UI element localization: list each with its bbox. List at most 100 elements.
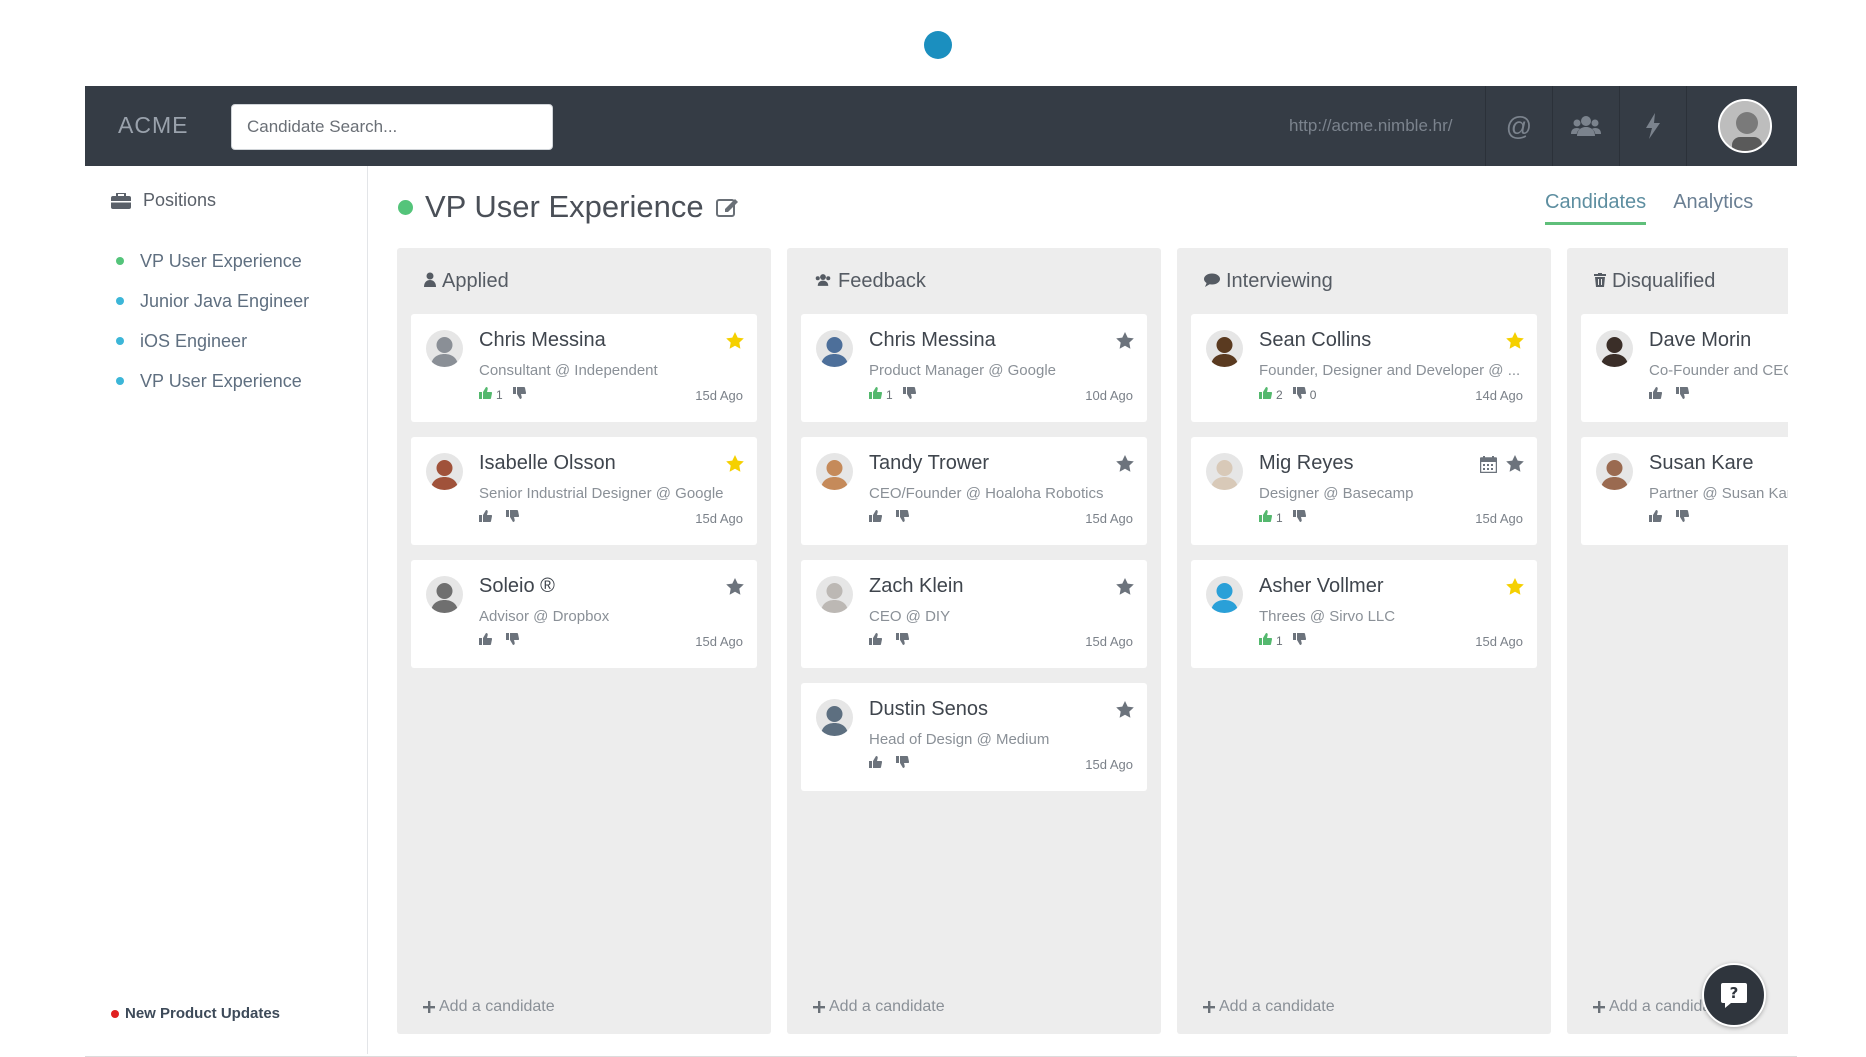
candidate-name[interactable]: Tandy Trower	[869, 452, 989, 475]
thumbs-up-vote[interactable]	[479, 510, 496, 525]
candidate-name[interactable]: Soleio ®	[479, 575, 555, 598]
add-candidate-button[interactable]: Add a candidate	[813, 998, 945, 1016]
avatar[interactable]	[816, 330, 853, 367]
candidate-role: CEO/Founder @ Hoaloha Robotics	[869, 485, 1104, 502]
applied-time: 15d Ago	[1085, 634, 1133, 649]
tab-analytics[interactable]: Analytics	[1673, 191, 1753, 225]
avatar[interactable]	[1596, 330, 1633, 367]
votes	[869, 509, 913, 525]
user-avatar[interactable]	[1718, 99, 1772, 153]
add-candidate-button[interactable]: Add a candidate	[423, 998, 555, 1016]
avatar[interactable]	[1206, 330, 1243, 367]
avatar[interactable]	[816, 576, 853, 613]
candidate-name[interactable]: Sean Collins	[1259, 329, 1371, 352]
candidate-card[interactable]: Asher Vollmer Threes @ Sirvo LLC 1 15d A…	[1191, 560, 1537, 668]
thumbs-up-vote[interactable]	[869, 510, 886, 525]
thumbs-down-vote[interactable]	[896, 755, 913, 771]
activity-button[interactable]	[1619, 86, 1686, 166]
thumbs-down-vote[interactable]	[1292, 509, 1310, 525]
thumbs-up-count: 1	[1276, 633, 1283, 648]
thumbs-up-vote[interactable]: 1	[479, 387, 503, 402]
star-icon[interactable]	[1115, 577, 1135, 597]
help-chat-button[interactable]: ?	[1702, 963, 1766, 1027]
star-icon[interactable]	[725, 577, 745, 597]
edit-icon[interactable]	[715, 196, 740, 218]
candidate-name[interactable]: Dave Morin	[1649, 329, 1751, 352]
candidate-name[interactable]: Zach Klein	[869, 575, 964, 598]
thumbs-down-vote[interactable]	[896, 632, 913, 648]
avatar[interactable]	[816, 453, 853, 490]
thumbs-down-vote[interactable]	[506, 509, 523, 525]
candidate-card[interactable]: Zach Klein CEO @ DIY 15d Ago	[801, 560, 1147, 668]
add-candidate-button[interactable]: Add a candidate	[1203, 998, 1335, 1016]
star-icon[interactable]	[1505, 331, 1525, 351]
mentions-button[interactable]: @	[1485, 86, 1552, 166]
applied-time: 15d Ago	[695, 388, 743, 403]
thumbs-up-vote[interactable]	[869, 633, 886, 648]
thumbs-down-vote[interactable]	[512, 386, 530, 402]
candidate-card[interactable]: Soleio ® Advisor @ Dropbox 15d Ago	[411, 560, 757, 668]
avatar[interactable]	[1206, 576, 1243, 613]
company-url[interactable]: http://acme.nimble.hr/	[1289, 116, 1452, 136]
candidate-card[interactable]: Isabelle Olsson Senior Industrial Design…	[411, 437, 757, 545]
sidebar-item-ios-engineer[interactable]: iOS Engineer	[116, 321, 309, 361]
star-icon[interactable]	[1115, 331, 1135, 351]
candidate-role: Senior Industrial Designer @ Google	[479, 485, 724, 502]
star-icon[interactable]	[1115, 454, 1135, 474]
candidate-card[interactable]: Dave Morin Co-Founder and CEO	[1581, 314, 1788, 422]
candidate-card[interactable]: Dustin Senos Head of Design @ Medium 15d…	[801, 683, 1147, 791]
avatar[interactable]	[426, 330, 463, 367]
thumbs-up-vote[interactable]: 2	[1259, 387, 1283, 402]
positions-heading: Positions	[111, 190, 216, 211]
star-icon[interactable]	[1505, 577, 1525, 597]
thumbs-down-vote[interactable]	[1676, 386, 1693, 402]
thumbs-down-vote[interactable]	[896, 509, 913, 525]
thumbs-down-vote[interactable]: 0	[1292, 386, 1316, 402]
thumbs-down-vote[interactable]	[506, 632, 523, 648]
sidebar-item-junior-java-engineer[interactable]: Junior Java Engineer	[116, 281, 309, 321]
candidate-name[interactable]: Isabelle Olsson	[479, 452, 616, 475]
candidate-search-input[interactable]	[231, 104, 553, 150]
candidate-name[interactable]: Chris Messina	[869, 329, 996, 352]
avatar[interactable]	[1596, 453, 1633, 490]
thumbs-down-vote[interactable]	[1676, 509, 1693, 525]
thumbs-down-vote[interactable]	[902, 386, 920, 402]
star-icon[interactable]	[1505, 454, 1525, 474]
thumbs-up-vote[interactable]	[869, 756, 886, 771]
thumbs-up-vote[interactable]: 1	[1259, 633, 1283, 648]
star-icon[interactable]	[725, 454, 745, 474]
team-button[interactable]	[1552, 86, 1619, 166]
calendar-icon[interactable]	[1479, 456, 1498, 474]
thumbs-up-vote[interactable]	[1649, 510, 1666, 525]
candidate-name[interactable]: Chris Messina	[479, 329, 606, 352]
candidate-card[interactable]: Chris Messina Product Manager @ Google 1…	[801, 314, 1147, 422]
product-updates-link[interactable]: New Product Updates	[111, 1005, 280, 1022]
thumbs-up-vote[interactable]: 1	[869, 387, 893, 402]
candidate-name[interactable]: Dustin Senos	[869, 698, 988, 721]
candidate-card[interactable]: Susan Kare Partner @ Susan Kare	[1581, 437, 1788, 545]
thumbs-up-vote[interactable]	[1649, 387, 1666, 402]
candidate-name[interactable]: Mig Reyes	[1259, 452, 1353, 475]
thumbs-down-vote[interactable]	[1292, 632, 1310, 648]
candidate-name[interactable]: Susan Kare	[1649, 452, 1754, 475]
app-logo[interactable]: ACME	[118, 112, 188, 139]
candidate-card[interactable]: Mig Reyes Designer @ Basecamp 1 15d Ago	[1191, 437, 1537, 545]
sidebar-item-vp-user-experience[interactable]: VP User Experience	[116, 241, 309, 281]
avatar[interactable]	[426, 453, 463, 490]
candidate-card[interactable]: Tandy Trower CEO/Founder @ Hoaloha Robot…	[801, 437, 1147, 545]
avatar[interactable]	[1206, 453, 1243, 490]
thumbs-down-icon	[1292, 509, 1306, 525]
candidate-card[interactable]: Sean Collins Founder, Designer and Devel…	[1191, 314, 1537, 422]
avatar[interactable]	[426, 576, 463, 613]
sidebar-item-label: VP User Experience	[140, 370, 302, 391]
star-icon[interactable]	[725, 331, 745, 351]
thumbs-up-icon	[1259, 510, 1273, 525]
avatar[interactable]	[816, 699, 853, 736]
candidate-card[interactable]: Chris Messina Consultant @ Independent 1…	[411, 314, 757, 422]
sidebar-item-vp-user-experience-2[interactable]: VP User Experience	[116, 361, 309, 401]
tab-candidates[interactable]: Candidates	[1545, 191, 1647, 225]
star-icon[interactable]	[1115, 700, 1135, 720]
thumbs-up-vote[interactable]	[479, 633, 496, 648]
thumbs-up-vote[interactable]: 1	[1259, 510, 1283, 525]
candidate-name[interactable]: Asher Vollmer	[1259, 575, 1384, 598]
